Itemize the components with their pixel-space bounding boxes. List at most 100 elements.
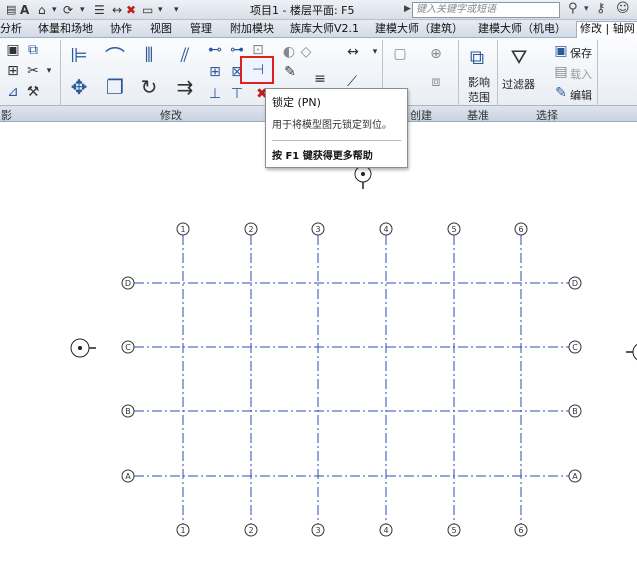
pin-tooltip: 锁定 (PN) 用于将模型图元锁定到位。 按 F1 键获得更多帮助 [265, 88, 408, 168]
close-views-icon[interactable]: ✖ [126, 2, 136, 18]
dropdown-chevron-icon[interactable]: ▾ [158, 2, 163, 18]
rotate-icon[interactable]: ↻ [136, 74, 162, 100]
app-letter: A [20, 3, 30, 17]
offset-icon[interactable]: ⌒ [102, 42, 128, 69]
trim-single-icon[interactable]: ⊤ [229, 86, 245, 102]
tab-modeling-mep[interactable]: 建模大师（机电） [478, 22, 566, 37]
filter-icon[interactable]: ⛛ [504, 42, 534, 72]
grid-top-5-label: 5 [451, 225, 456, 234]
line-style-icon[interactable]: ≡ [313, 71, 327, 87]
ribbon-tabs: 分析 体量和场地 协作 视图 管理 附加模块 族库大师V2.1 建模大师（建筑）… [0, 20, 637, 38]
tooltip-separator [272, 140, 401, 141]
scope-box-label-line2: 范围 [468, 91, 490, 104]
search-expand-icon[interactable]: ▶ [404, 4, 411, 14]
copy-icon[interactable]: ⧉ [26, 42, 40, 58]
drawing-canvas[interactable]: 1 1 2 2 3 3 4 4 5 5 6 6 D D C C B B A A [0, 123, 637, 585]
align-icon[interactable]: ⊫ [66, 42, 92, 68]
pin-icon: ⊣ [251, 62, 265, 78]
elevation-marker-north-dot [361, 172, 365, 176]
grid-top-2-label: 2 [248, 225, 253, 234]
sync-icon[interactable]: ⟳ [63, 2, 73, 18]
home-icon[interactable]: ⌂ [38, 2, 46, 18]
open-icon[interactable]: ▤ [6, 2, 16, 18]
split-face-icon[interactable]: ◇ [298, 44, 314, 60]
chart-icon[interactable]: ⊿ [6, 84, 20, 100]
load-selection-icon[interactable]: ▤ [554, 64, 568, 80]
paint-icon[interactable]: ◐ [281, 44, 297, 60]
mirror-draw-icon[interactable]: ⫽ [172, 42, 198, 68]
tab-collaborate[interactable]: 协作 [110, 22, 132, 37]
dropdown-chevron-icon[interactable]: ▾ [584, 4, 589, 14]
dropdown-chevron-icon[interactable]: ▾ [44, 64, 54, 78]
move-icon[interactable]: ✥ [66, 74, 92, 100]
tooltip-help: 按 F1 键获得更多帮助 [272, 151, 373, 162]
grid-right-C-label: C [572, 343, 578, 352]
grid-bottom-4-label: 4 [383, 526, 388, 535]
tab-modify-grids[interactable]: 修改 | 轴网 [576, 21, 637, 38]
copy-element-icon[interactable]: ❐ [102, 74, 128, 100]
binoculars-icon[interactable]: ⚲ [568, 1, 578, 16]
measure-icon[interactable]: ↔ [112, 2, 122, 18]
filter-button[interactable]: 过滤器 [502, 76, 535, 92]
dropdown-chevron-icon[interactable]: ▾ [80, 2, 85, 18]
grid-drawing[interactable]: 1 1 2 2 3 3 4 4 5 5 6 6 D D C C B B A A [0, 123, 637, 585]
dimension-icon[interactable]: ↔ [337, 42, 369, 62]
hammer-icon[interactable]: ⚒ [26, 84, 40, 100]
panel-label-create: 创建 [410, 109, 432, 122]
grid-right-B-label: B [572, 407, 578, 416]
customize-icon[interactable]: ▾ [174, 2, 179, 18]
grid-bottom-1-label: 1 [180, 526, 185, 535]
list-icon[interactable]: ☰ [94, 2, 105, 18]
split-icon[interactable]: ⊷ [207, 42, 223, 58]
load-selection-button[interactable]: 载入 [570, 66, 592, 82]
create-similar-icon[interactable]: ⊕ [424, 42, 448, 66]
elevation-marker-west-dot [78, 346, 82, 350]
grid-bottom-6-label: 6 [518, 526, 523, 535]
user-icon[interactable]: ☺ [616, 1, 630, 16]
dropdown-chevron-icon[interactable]: ▾ [52, 2, 57, 18]
create-group-icon[interactable]: ▢ [388, 42, 412, 66]
grid-bottom-5-label: 5 [451, 526, 456, 535]
tab-view[interactable]: 视图 [150, 22, 172, 37]
save-selection-icon[interactable]: ▣ [554, 43, 568, 59]
grid-bottom-2-label: 2 [248, 526, 253, 535]
grid-left-B-label: B [125, 407, 131, 416]
search-input[interactable]: 键入关键字或短语 [412, 2, 560, 18]
join-icon[interactable]: ⊞ [6, 63, 20, 79]
grid-top-1-label: 1 [180, 225, 185, 234]
mirror-axis-icon[interactable]: ⫴ [136, 42, 162, 68]
tab-family-library[interactable]: 族库大师V2.1 [290, 22, 359, 37]
tab-massing-site[interactable]: 体量和场地 [38, 22, 93, 37]
window-icon[interactable]: ▭ [142, 2, 153, 18]
grid-left-A-label: A [125, 472, 131, 481]
save-selection-button[interactable]: 保存 [570, 45, 592, 61]
create-parts-icon[interactable]: ⧈ [424, 72, 448, 92]
scope-box-icon[interactable]: ⧉ [462, 42, 492, 72]
grid-top-6-label: 6 [518, 225, 523, 234]
edit-selection-icon[interactable]: ✎ [554, 85, 568, 101]
tooltip-description: 用于将模型图元锁定到位。 [272, 120, 392, 131]
tab-analyze[interactable]: 分析 [0, 22, 22, 37]
trim-extend-icon[interactable]: ⇉ [172, 74, 198, 100]
document-title: 项目1 - 楼层平面: F5 [250, 4, 355, 17]
panel-label-selection: 选择 [536, 109, 558, 122]
tab-modeling-architecture[interactable]: 建模大师（建筑） [375, 22, 463, 37]
paste-icon[interactable]: ▣ [6, 42, 20, 58]
grid-right-D-label: D [572, 279, 578, 288]
edit-selection-button[interactable]: 编辑 [570, 87, 592, 103]
pin-button[interactable]: ⊣ [240, 56, 274, 84]
grid-top-3-label: 3 [315, 225, 320, 234]
grid-left-D-label: D [125, 279, 131, 288]
panel-label-datum: 基准 [467, 109, 489, 122]
trim-multiple-icon[interactable]: ⊥ [207, 86, 223, 102]
scope-box-label-line1: 影响 [468, 76, 490, 89]
grid-left-C-label: C [125, 343, 131, 352]
brush-icon[interactable]: ✎ [282, 64, 298, 80]
key-icon[interactable]: ⚷ [596, 1, 606, 16]
elevation-marker-east[interactable] [632, 343, 637, 361]
array-icon[interactable]: ⊞ [207, 64, 223, 80]
tab-manage[interactable]: 管理 [190, 22, 212, 37]
dropdown-chevron-icon[interactable]: ▾ [370, 42, 380, 62]
tab-addins[interactable]: 附加模块 [230, 22, 274, 37]
cut-icon[interactable]: ✂ [26, 63, 40, 79]
